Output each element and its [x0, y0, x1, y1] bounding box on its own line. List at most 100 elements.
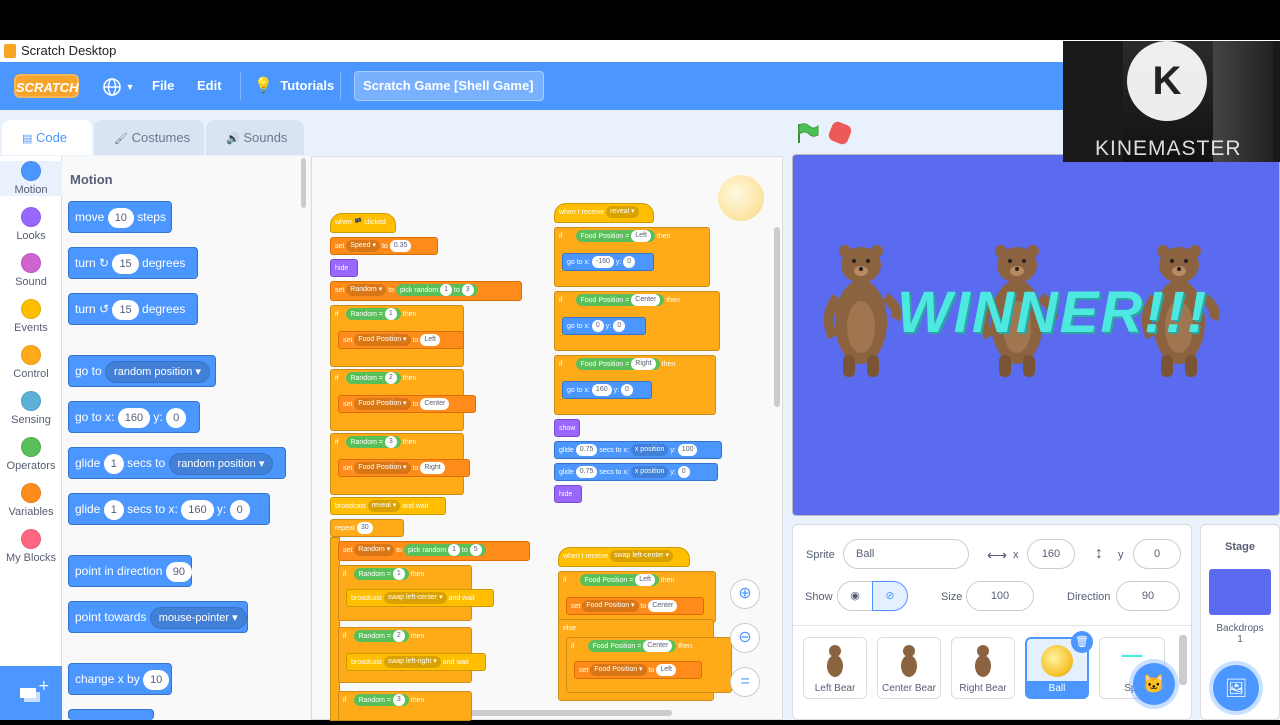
- backdrop-thumbnail[interactable]: [1209, 569, 1271, 615]
- window-title: Scratch Desktop: [21, 43, 117, 58]
- go-to-dropdown[interactable]: random position ▾: [105, 360, 210, 383]
- set-speed-block[interactable]: set Speed ▾ to 0.35: [330, 237, 438, 255]
- go-to-x-right-block[interactable]: go to x: 160 y: 0: [562, 381, 652, 399]
- equals-icon: =: [740, 673, 750, 690]
- broadcast-reveal-block[interactable]: broadcast reveal ▾ and wait: [330, 497, 446, 515]
- edit-menu[interactable]: Edit: [197, 62, 222, 110]
- lightbulb-icon: 💡: [254, 77, 273, 94]
- block-point-direction[interactable]: point in direction 90: [68, 555, 192, 587]
- glide-y-input[interactable]: 0: [229, 499, 250, 520]
- ball-thumbnail-icon: [1041, 645, 1073, 677]
- tab-sounds[interactable]: 🔊 Sounds: [206, 120, 304, 155]
- when-i-receive-swap-block[interactable]: when I receive swap left-center ▾: [558, 547, 690, 567]
- hide-block[interactable]: hide: [330, 259, 358, 277]
- category-sound[interactable]: Sound: [0, 253, 62, 288]
- repeat-block[interactable]: repeat 30: [330, 519, 404, 537]
- category-looks[interactable]: Looks: [0, 207, 62, 242]
- y-input[interactable]: 0: [1133, 539, 1181, 569]
- turn-right-input[interactable]: 15: [112, 253, 139, 274]
- file-menu[interactable]: File: [152, 62, 174, 110]
- go-to-y-input[interactable]: 0: [166, 407, 187, 428]
- show-hidden-button[interactable]: ⊘: [872, 581, 908, 611]
- tutorials-button[interactable]: 💡 Tutorials: [254, 62, 334, 110]
- category-events[interactable]: Events: [0, 299, 62, 334]
- block-go-to-xy[interactable]: go to x: 160 y: 0: [68, 401, 200, 433]
- go-to-x-input[interactable]: 160: [117, 407, 151, 428]
- change-x-input[interactable]: 10: [143, 669, 170, 690]
- glide-dropdown[interactable]: random position ▾: [168, 452, 274, 475]
- green-flag-button[interactable]: [796, 122, 820, 149]
- scratch-logo[interactable]: SCRATCH: [14, 74, 79, 98]
- sprite-tile-ball[interactable]: Ball 🗑: [1025, 631, 1093, 699]
- set-random-repeat-block[interactable]: set Random ▾ to pick random 1 to 5: [338, 541, 530, 561]
- block-glide-xy[interactable]: glide 1 secs to x: 160 y: 0: [68, 493, 270, 525]
- tab-costumes[interactable]: 🖌 Costumes: [94, 120, 204, 155]
- zoom-in-button[interactable]: ⊕: [730, 579, 760, 609]
- block-turn-left[interactable]: turn ↺ 15 degrees: [68, 293, 198, 325]
- add-extension-button[interactable]: +: [0, 666, 62, 720]
- size-input[interactable]: 100: [966, 581, 1034, 611]
- tab-code[interactable]: ▤ Code: [2, 120, 92, 155]
- project-title-input[interactable]: Scratch Game [Shell Game]: [354, 71, 544, 101]
- set-random-block[interactable]: set Random ▾ to pick random 1 to 3: [330, 281, 522, 301]
- turn-left-input[interactable]: 15: [112, 299, 139, 320]
- workspace-vertical-scrollbar[interactable]: [774, 227, 780, 407]
- sprite-list-scrollbar[interactable]: [1179, 635, 1187, 685]
- broadcast-swap-left-center-block[interactable]: broadcast swap left-center ▾ and wait: [346, 589, 494, 607]
- category-sensing[interactable]: Sensing: [0, 391, 62, 426]
- sprite-name-input[interactable]: Ball: [843, 539, 969, 569]
- block-next-partial[interactable]: [68, 709, 154, 720]
- delete-sprite-button[interactable]: 🗑: [1071, 631, 1093, 653]
- show-block[interactable]: show: [554, 419, 580, 437]
- set-food-left-block[interactable]: set Food Position ▾ to Left: [338, 331, 464, 349]
- category-motion[interactable]: Motion: [0, 161, 62, 196]
- block-change-x[interactable]: change x by 10: [68, 663, 172, 695]
- glide-y100-block[interactable]: glide 0.75 secs to x: x position y: 100: [554, 441, 722, 459]
- stage-canvas[interactable]: WINNER!!!: [792, 154, 1280, 516]
- choose-backdrop-button[interactable]: 🖼: [1213, 665, 1259, 711]
- chevron-down-icon: ▼: [125, 82, 135, 92]
- category-operators[interactable]: Operators: [0, 437, 62, 472]
- set-food-left-block-2[interactable]: set Food Position ▾ to Left: [574, 661, 702, 679]
- hide-block-2[interactable]: hide: [554, 485, 582, 503]
- palette-scrollbar[interactable]: [301, 158, 306, 208]
- block-glide[interactable]: glide 1 secs to random position ▾: [68, 447, 286, 479]
- block-move-steps[interactable]: move 10 steps: [68, 201, 172, 233]
- zoom-reset-button[interactable]: =: [730, 667, 760, 697]
- when-flag-clicked-block[interactable]: when 🏴 clicked: [330, 213, 396, 233]
- glide-x-input[interactable]: 160: [181, 499, 214, 520]
- stop-button[interactable]: [826, 119, 854, 147]
- block-go-to[interactable]: go to random position ▾: [68, 355, 216, 387]
- go-to-x-left-block[interactable]: go to x: -160 y: 0: [562, 253, 654, 271]
- point-towards-dropdown[interactable]: mouse-pointer ▾: [149, 606, 247, 629]
- glide-secs-input[interactable]: 1: [103, 453, 124, 474]
- go-to-x-center-block[interactable]: go to x: 0 y: 0: [562, 317, 646, 335]
- block-turn-right[interactable]: turn ↻ 15 degrees: [68, 247, 198, 279]
- set-food-center-block[interactable]: set Food Position ▾ to Center: [338, 395, 476, 413]
- when-i-receive-reveal-block[interactable]: when I receive reveal ▾: [554, 203, 654, 223]
- bear-thumbnail-icon: [901, 645, 917, 677]
- category-control[interactable]: Control: [0, 345, 62, 380]
- language-menu[interactable]: ▼: [102, 62, 135, 110]
- move-steps-input[interactable]: 10: [107, 207, 134, 228]
- show-visible-button[interactable]: ◉: [837, 581, 873, 611]
- x-input[interactable]: 160: [1027, 539, 1075, 569]
- set-food-right-block[interactable]: set Food Position ▾ to Right: [338, 459, 470, 477]
- block-point-towards[interactable]: point towards mouse-pointer ▾: [68, 601, 248, 633]
- choose-sprite-button[interactable]: 🐱: [1133, 663, 1175, 705]
- sprite-tile-left-bear[interactable]: Left Bear: [803, 637, 867, 699]
- stage-selector-pane[interactable]: Stage Backdrops 1 🖼: [1200, 524, 1280, 720]
- if-random-3-swap-block[interactable]: if Random = 3 then: [338, 691, 472, 721]
- broadcast-swap-left-right-block[interactable]: broadcast swap left-right ▾ and wait: [346, 653, 486, 671]
- category-my-blocks[interactable]: My Blocks: [0, 529, 62, 564]
- glide-y0-block[interactable]: glide 0.75 secs to x: x position y: 0: [554, 463, 718, 481]
- category-variables[interactable]: Variables: [0, 483, 62, 518]
- set-food-center-block-2[interactable]: set Food Position ▾ to Center: [566, 597, 704, 615]
- zoom-out-button[interactable]: ⊖: [730, 623, 760, 653]
- sprite-tile-center-bear[interactable]: Center Bear: [877, 637, 941, 699]
- direction-input[interactable]: 90: [1116, 581, 1180, 611]
- glide-xy-secs-input[interactable]: 1: [103, 499, 124, 520]
- direction-input[interactable]: 90: [165, 561, 192, 582]
- sprite-tile-right-bear[interactable]: Right Bear: [951, 637, 1015, 699]
- script-workspace[interactable]: when 🏴 clicked set Speed ▾ to 0.35 hide …: [311, 156, 783, 721]
